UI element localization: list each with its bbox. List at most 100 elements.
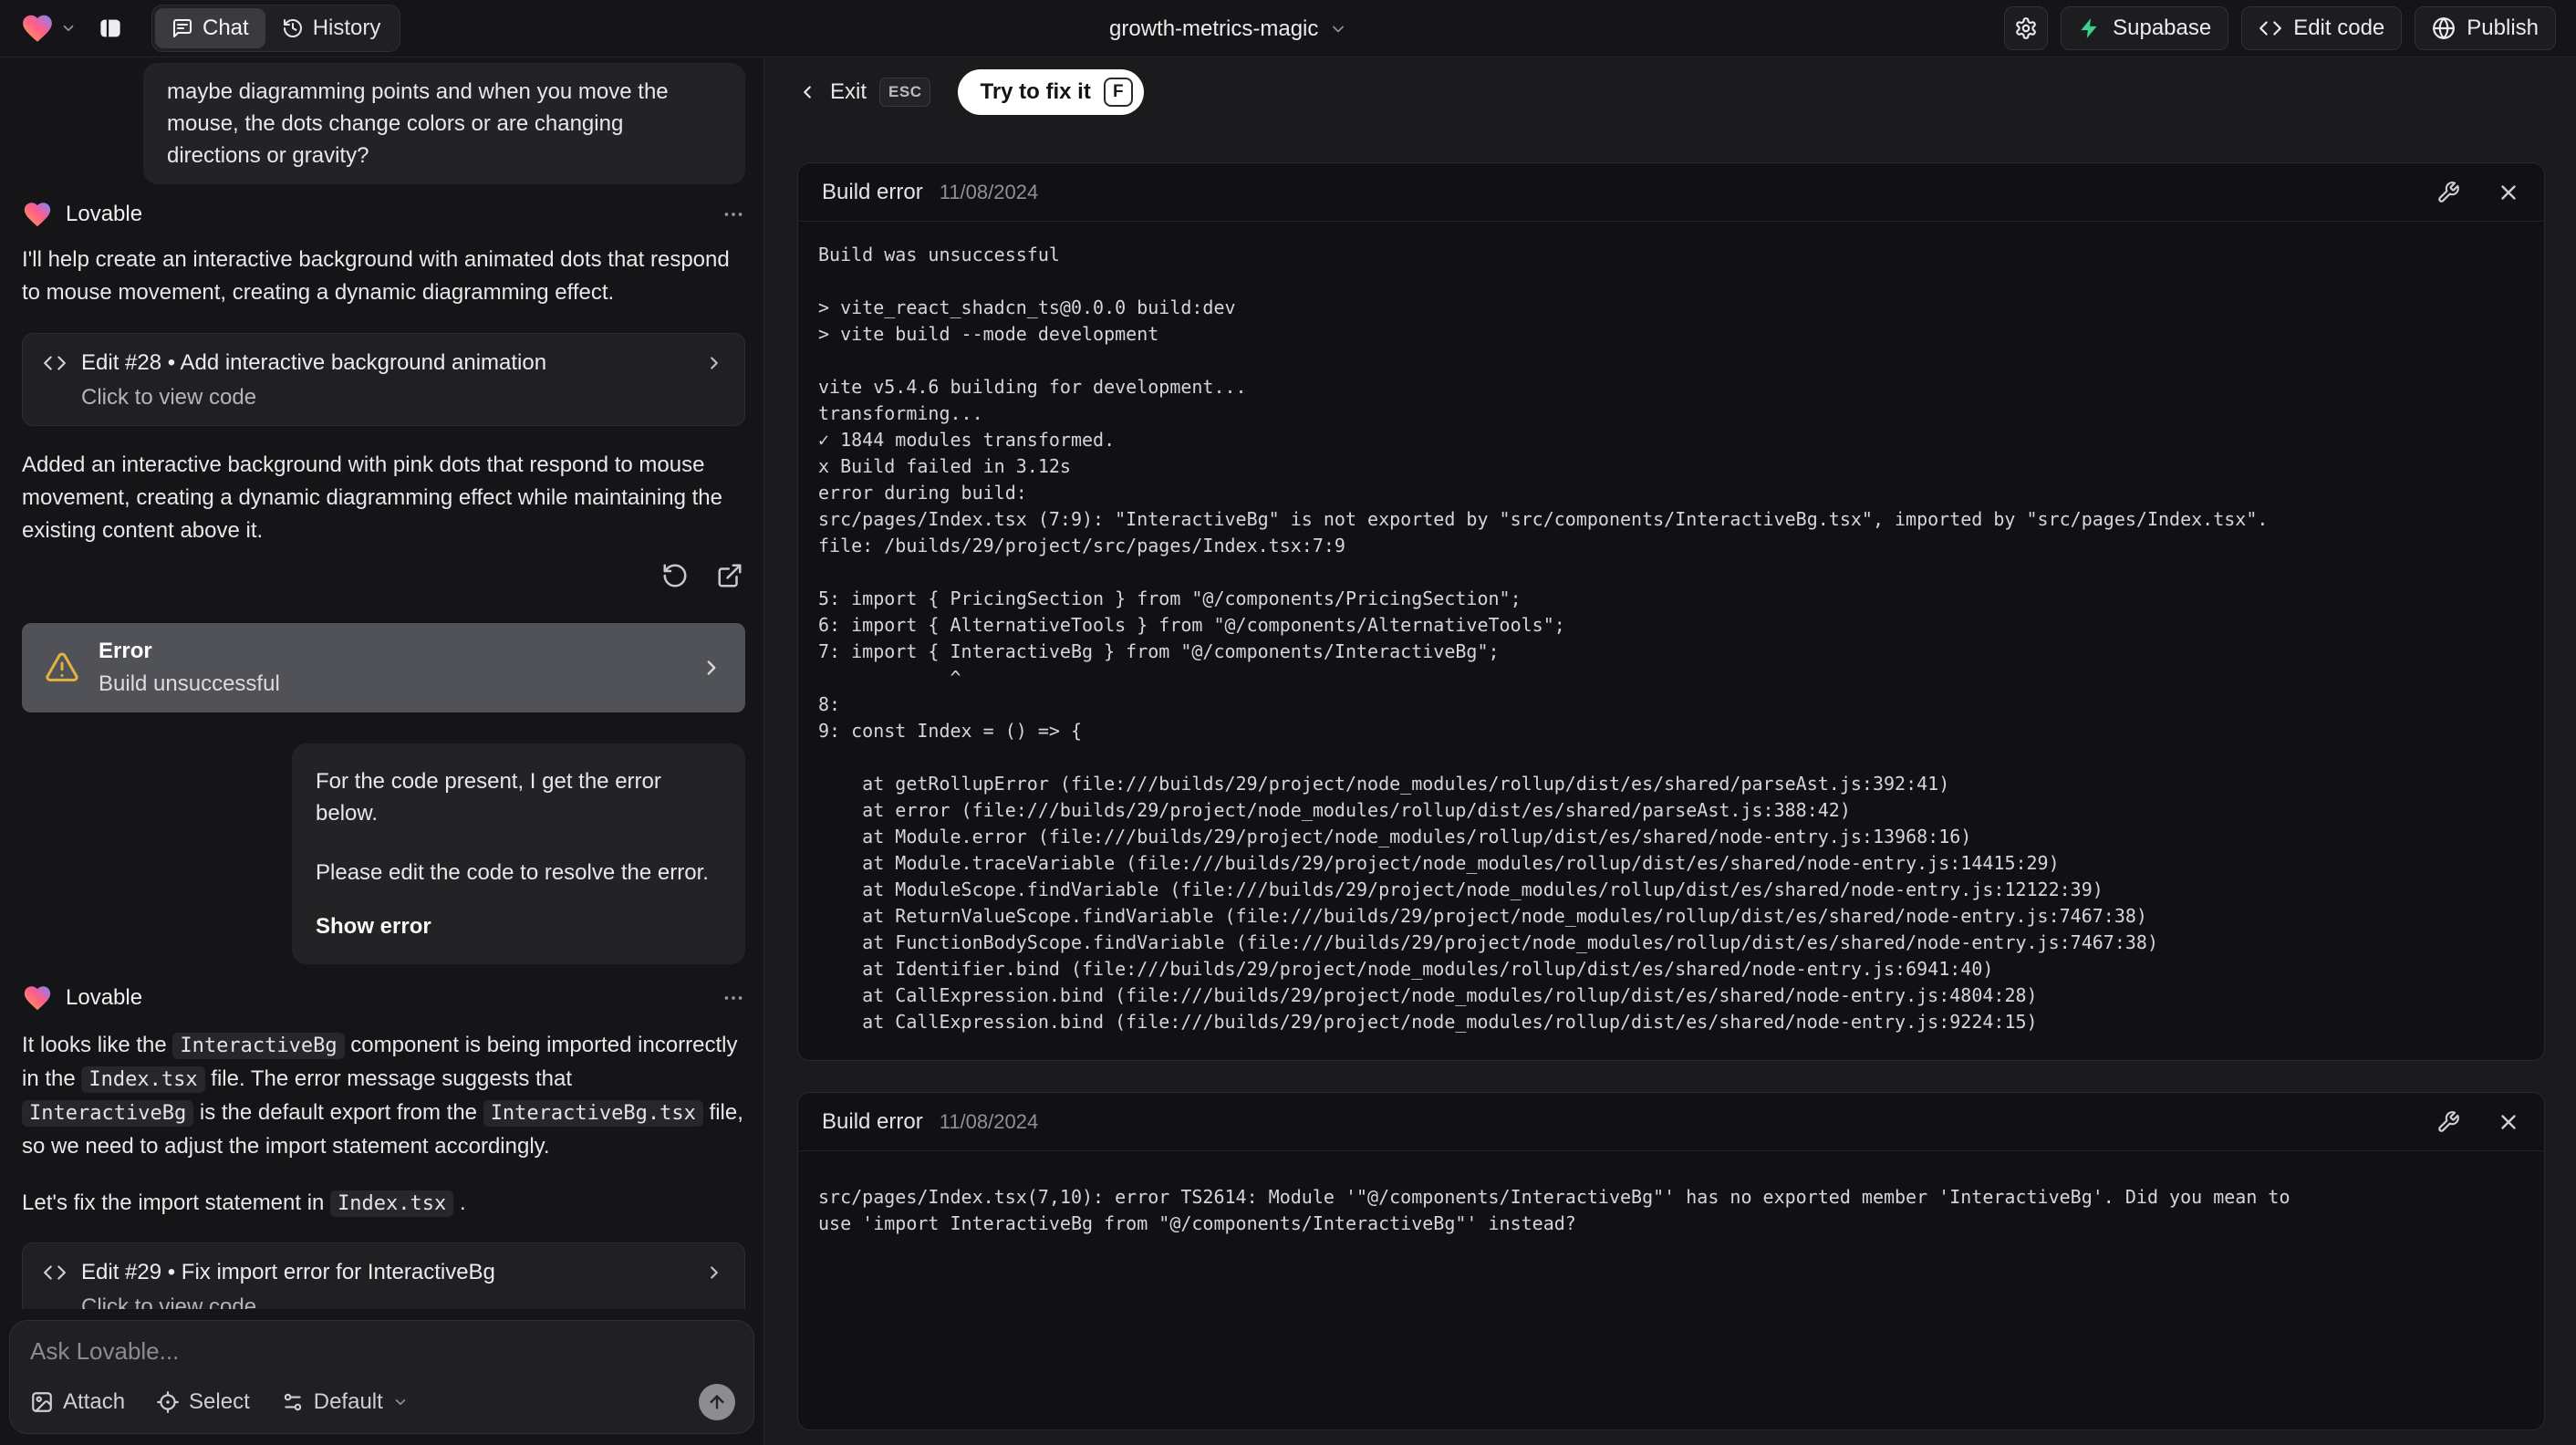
model-selector[interactable]: Default bbox=[281, 1389, 409, 1415]
assistant-name: Lovable bbox=[66, 202, 143, 226]
edit-card-subtitle: Click to view code bbox=[81, 1294, 257, 1309]
assistant-header: Lovable bbox=[22, 199, 745, 230]
edit-card-28[interactable]: Edit #28 • Add interactive background an… bbox=[22, 333, 745, 426]
image-attach-icon bbox=[30, 1390, 54, 1414]
arrow-up-icon bbox=[707, 1392, 727, 1412]
chat-input[interactable] bbox=[30, 1337, 735, 1374]
supabase-label: Supabase bbox=[2113, 16, 2212, 40]
wrench-icon[interactable] bbox=[2436, 181, 2460, 204]
assistant-header: Lovable bbox=[22, 982, 745, 1014]
f-key-badge: F bbox=[1103, 78, 1133, 107]
try-to-fix-button[interactable]: Try to fix it F bbox=[958, 69, 1144, 115]
assistant-message-text: Added an interactive background with pin… bbox=[22, 452, 722, 543]
supabase-button[interactable]: Supabase bbox=[2061, 6, 2229, 50]
fix-bar: Exit ESC Try to fix it F bbox=[797, 69, 2545, 115]
chevron-right-icon bbox=[700, 656, 723, 680]
lovable-heart-icon bbox=[20, 11, 55, 46]
error-card-title: Error bbox=[99, 639, 152, 663]
user-message: maybe diagramming points and when you mo… bbox=[143, 63, 745, 184]
exit-button[interactable]: Exit ESC bbox=[797, 78, 931, 107]
attach-label: Attach bbox=[63, 1389, 126, 1414]
message-actions bbox=[22, 560, 745, 591]
inline-code: Index.tsx bbox=[330, 1190, 454, 1217]
chevron-down-icon bbox=[392, 1394, 409, 1410]
edit-code-button[interactable]: Edit code bbox=[2241, 6, 2403, 50]
build-error-panel-2: Build error 11/08/2024 src/pages/Index.t… bbox=[797, 1092, 2545, 1430]
error-panel-header: Build error 11/08/2024 bbox=[798, 1093, 2544, 1151]
edit-card-title: Edit #29 • Fix import error for Interact… bbox=[81, 1260, 495, 1284]
sliders-icon bbox=[281, 1390, 305, 1414]
lovable-logo-menu[interactable] bbox=[20, 11, 77, 46]
gear-icon bbox=[2014, 16, 2038, 40]
more-options-icon[interactable] bbox=[722, 203, 745, 226]
edit-card-title: Edit #28 • Add interactive background an… bbox=[81, 350, 547, 375]
chevron-down-icon bbox=[60, 20, 77, 36]
code-icon bbox=[2259, 16, 2282, 40]
error-panel-date: 11/08/2024 bbox=[939, 1109, 1039, 1133]
close-icon[interactable] bbox=[2497, 181, 2520, 204]
error-panel-header: Build error 11/08/2024 bbox=[798, 163, 2544, 222]
build-error-log: Build was unsuccessful > vite_react_shad… bbox=[818, 244, 2269, 1033]
sidebar-panel-icon bbox=[97, 15, 124, 42]
attach-button[interactable]: Attach bbox=[30, 1389, 125, 1415]
supabase-bolt-icon bbox=[2078, 16, 2102, 40]
lovable-heart-icon bbox=[22, 982, 53, 1014]
edit-code-label: Edit code bbox=[2293, 16, 2385, 40]
more-options-icon[interactable] bbox=[722, 986, 745, 1010]
close-icon[interactable] bbox=[2497, 1110, 2520, 1134]
history-icon bbox=[282, 17, 304, 39]
user-message-line: Please edit the code to resolve the erro… bbox=[316, 860, 709, 885]
chevron-left-icon bbox=[797, 82, 817, 102]
edit-card-29[interactable]: Edit #29 • Fix import error for Interact… bbox=[22, 1242, 745, 1309]
model-label: Default bbox=[313, 1389, 383, 1414]
lovable-heart-icon bbox=[22, 199, 53, 230]
exit-label: Exit bbox=[830, 79, 867, 104]
preview-area: Exit ESC Try to fix it F Build error 11/… bbox=[764, 57, 2576, 1445]
tab-history[interactable]: History bbox=[265, 8, 398, 48]
edit-card-subtitle: Click to view code bbox=[81, 385, 257, 410]
tab-chat[interactable]: Chat bbox=[155, 8, 265, 48]
project-selector[interactable]: growth-metrics-magic bbox=[1109, 0, 1347, 57]
code-icon bbox=[43, 351, 67, 375]
assistant-name: Lovable bbox=[66, 985, 143, 1010]
restore-icon[interactable] bbox=[660, 560, 691, 591]
inline-code: Index.tsx bbox=[81, 1066, 205, 1093]
globe-icon bbox=[2432, 16, 2456, 40]
select-label: Select bbox=[189, 1389, 250, 1414]
project-name: growth-metrics-magic bbox=[1109, 16, 1319, 41]
esc-key-badge: ESC bbox=[879, 78, 931, 107]
build-error-panel-1: Build error 11/08/2024 Build was unsucce… bbox=[797, 162, 2545, 1061]
chat-message-list[interactable]: maybe diagramming points and when you mo… bbox=[0, 57, 763, 1309]
send-button[interactable] bbox=[699, 1384, 735, 1420]
warning-triangle-icon bbox=[44, 650, 80, 686]
tab-history-label: History bbox=[312, 16, 381, 40]
composer: Attach Select Default bbox=[9, 1320, 754, 1434]
publish-label: Publish bbox=[2467, 16, 2539, 40]
error-panel-title: Build error bbox=[822, 1108, 923, 1134]
error-panel-title: Build error bbox=[822, 179, 923, 204]
toggle-sidebar-button[interactable] bbox=[89, 10, 131, 47]
settings-button[interactable] bbox=[2004, 6, 2049, 50]
chat-bubble-icon bbox=[171, 17, 193, 39]
tab-chat-label: Chat bbox=[203, 16, 249, 40]
error-panel-date: 11/08/2024 bbox=[939, 180, 1039, 203]
error-card-subtitle: Build unsuccessful bbox=[99, 671, 280, 696]
show-error-link[interactable]: Show error bbox=[316, 910, 722, 942]
wrench-icon[interactable] bbox=[2436, 1110, 2460, 1134]
try-to-fix-label: Try to fix it bbox=[980, 79, 1091, 104]
assistant-message-text: Let's fix the import statement in Index.… bbox=[22, 1190, 466, 1217]
build-error-log: src/pages/Index.tsx(7,10): error TS2614:… bbox=[818, 1186, 2301, 1234]
user-message-line: For the code present, I get the error be… bbox=[316, 769, 661, 826]
inline-code: InteractiveBg.tsx bbox=[483, 1100, 703, 1127]
target-icon bbox=[156, 1390, 180, 1414]
chat-panel: maybe diagramming points and when you mo… bbox=[0, 57, 764, 1445]
publish-button[interactable]: Publish bbox=[2415, 6, 2556, 50]
user-message: For the code present, I get the error be… bbox=[292, 743, 745, 964]
inline-code: InteractiveBg bbox=[172, 1033, 345, 1059]
select-element-button[interactable]: Select bbox=[156, 1389, 250, 1415]
build-error-card[interactable]: Error Build unsuccessful bbox=[22, 623, 745, 712]
topbar: Chat History growth-metrics-magic Supaba… bbox=[0, 0, 2576, 57]
chevron-right-icon bbox=[704, 353, 724, 373]
chevron-right-icon bbox=[704, 1263, 724, 1283]
open-external-icon[interactable] bbox=[714, 560, 745, 591]
